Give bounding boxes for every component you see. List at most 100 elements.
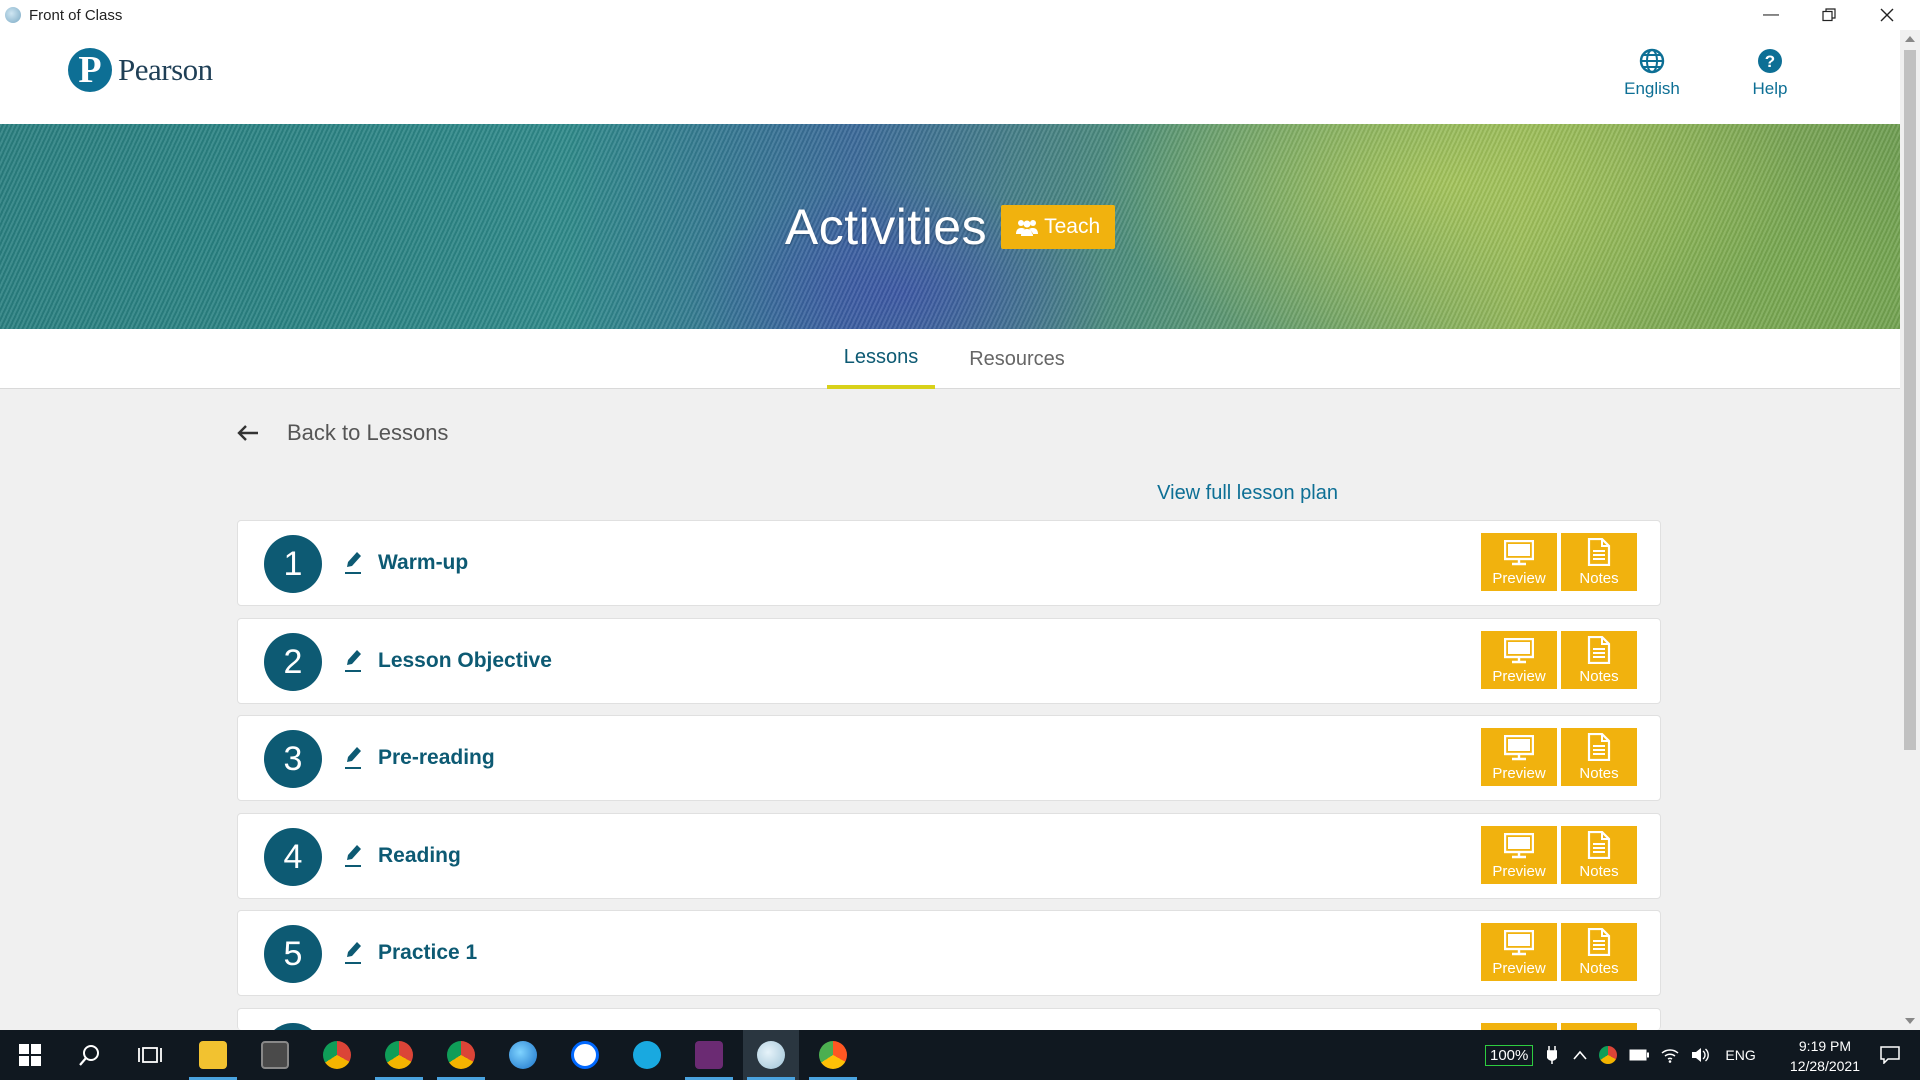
pen-icon-wrapper	[344, 649, 362, 673]
battery-percent: 100%	[1485, 1044, 1534, 1066]
question-circle-icon: ?	[1758, 49, 1782, 73]
lesson-number-badge: 4	[264, 828, 322, 886]
monitor-icon	[1504, 833, 1534, 859]
document-icon	[1587, 831, 1611, 859]
chrome-profile-2-icon[interactable]	[433, 1030, 489, 1080]
lesson-row[interactable]: 3 Pre-reading Preview Notes	[237, 715, 1661, 801]
restore-icon[interactable]	[1800, 0, 1858, 30]
preview-label: Preview	[1492, 863, 1546, 880]
pen-icon	[345, 552, 361, 574]
volume-icon[interactable]	[1691, 1047, 1710, 1063]
tab-bar: Lessons Resources	[0, 329, 1900, 389]
notes-button[interactable]: Notes	[1561, 631, 1637, 689]
notes-label: Notes	[1579, 765, 1619, 782]
lesson-row-partial	[237, 1008, 1661, 1030]
preview-button[interactable]: Preview	[1481, 728, 1557, 786]
language-label: English	[1624, 79, 1680, 98]
notes-label: Notes	[1579, 960, 1619, 977]
arrow-left-icon	[237, 425, 258, 441]
notes-button[interactable]	[1561, 1023, 1637, 1030]
taskbar-clock[interactable]: 9:19 PM 12/28/2021	[1790, 1036, 1860, 1076]
notes-button[interactable]: Notes	[1561, 826, 1637, 884]
input-language[interactable]: ENG	[1725, 1047, 1755, 1063]
pearson-logo[interactable]: P Pearson	[68, 48, 213, 92]
lesson-title[interactable]: Practice 1	[378, 941, 477, 965]
lesson-row[interactable]: 4 Reading Preview Notes	[237, 813, 1661, 899]
document-icon	[1587, 928, 1611, 956]
wifi-icon[interactable]	[1661, 1047, 1679, 1063]
windows-taskbar: 100% ENG 9:19 PM 12/28/2021	[0, 1030, 1920, 1080]
pen-icon	[345, 845, 361, 867]
notes-button[interactable]: Notes	[1561, 728, 1637, 786]
preview-label: Preview	[1492, 765, 1546, 782]
chrome-tray-icon[interactable]	[1599, 1046, 1618, 1064]
teach-label: Teach	[1044, 215, 1101, 238]
calculator-icon[interactable]	[247, 1030, 303, 1080]
pen-icon	[345, 747, 361, 769]
task-view-icon[interactable]	[122, 1030, 178, 1080]
scroll-down-icon[interactable]	[1905, 1018, 1915, 1024]
document-icon	[1587, 636, 1611, 664]
tab-lessons[interactable]: Lessons	[827, 329, 935, 389]
preview-label: Preview	[1492, 570, 1546, 587]
minimize-icon[interactable]: —	[1742, 0, 1800, 30]
scrollbar[interactable]	[1900, 30, 1920, 1030]
browser-icon[interactable]	[495, 1030, 551, 1080]
users-icon	[1016, 220, 1039, 236]
pen-icon-wrapper	[344, 746, 362, 770]
language-button[interactable]: English	[1612, 48, 1692, 99]
preview-button[interactable]: Preview	[1481, 826, 1557, 884]
monitor-icon	[1504, 638, 1534, 664]
pdf-app-icon[interactable]	[681, 1030, 737, 1080]
preview-button[interactable]: Preview	[1481, 923, 1557, 981]
close-icon[interactable]	[1858, 0, 1916, 30]
tab-resources[interactable]: Resources	[958, 329, 1076, 389]
lesson-title[interactable]: Pre-reading	[378, 746, 495, 770]
notes-button[interactable]: Notes	[1561, 533, 1637, 591]
globe-icon	[1639, 48, 1665, 74]
lesson-title[interactable]: Warm-up	[378, 551, 468, 575]
lesson-title[interactable]: Reading	[378, 844, 461, 868]
lesson-number-badge: 3	[264, 730, 322, 788]
lesson-row[interactable]: 5 Practice 1 Preview Notes	[237, 910, 1661, 996]
windows-start-icon[interactable]	[2, 1030, 58, 1080]
pen-icon-wrapper	[344, 844, 362, 868]
lesson-number-badge: 5	[264, 925, 322, 983]
zalo-icon[interactable]	[557, 1030, 613, 1080]
lesson-row[interactable]: 1 Warm-up Preview Notes	[237, 520, 1661, 606]
c-app-icon[interactable]	[619, 1030, 675, 1080]
chrome-icon[interactable]	[309, 1030, 365, 1080]
back-to-lessons-link[interactable]: Back to Lessons	[237, 420, 448, 446]
window-titlebar: Front of Class —	[0, 0, 1920, 30]
app-header: P Pearson English ? Help	[0, 30, 1900, 124]
monitor-icon	[1504, 540, 1534, 566]
lesson-title[interactable]: Lesson Objective	[378, 649, 552, 673]
preview-button[interactable]	[1481, 1023, 1557, 1030]
search-icon[interactable]	[62, 1030, 118, 1080]
pen-icon-wrapper	[344, 941, 362, 965]
battery-icon[interactable]	[1629, 1049, 1650, 1061]
notifications-icon[interactable]	[1862, 1030, 1918, 1080]
chrome-canary-icon[interactable]	[805, 1030, 861, 1080]
scrollbar-thumb[interactable]	[1904, 50, 1916, 750]
lesson-row[interactable]: 2 Lesson Objective Preview Notes	[237, 618, 1661, 704]
front-of-class-taskbar-icon[interactable]	[743, 1030, 799, 1080]
clock-date: 12/28/2021	[1789, 1058, 1860, 1074]
power-plug-icon[interactable]	[1547, 1046, 1558, 1064]
teach-button[interactable]: Teach	[1001, 205, 1116, 249]
help-button[interactable]: ? Help	[1730, 48, 1810, 99]
file-explorer-icon[interactable]	[185, 1030, 241, 1080]
svg-text:?: ?	[1765, 52, 1775, 71]
view-full-lesson-plan-link[interactable]: View full lesson plan	[1157, 482, 1338, 505]
chrome-profile-icon[interactable]	[371, 1030, 427, 1080]
notes-button[interactable]: Notes	[1561, 923, 1637, 981]
monitor-icon	[1504, 930, 1534, 956]
chevron-up-icon[interactable]	[1573, 1050, 1587, 1060]
back-label: Back to Lessons	[287, 420, 449, 445]
preview-button[interactable]: Preview	[1481, 533, 1557, 591]
preview-button[interactable]: Preview	[1481, 631, 1557, 689]
pen-icon-wrapper	[344, 551, 362, 575]
scroll-up-icon[interactable]	[1905, 36, 1915, 42]
app-icon	[5, 7, 21, 23]
page-title: Activities	[784, 199, 988, 255]
